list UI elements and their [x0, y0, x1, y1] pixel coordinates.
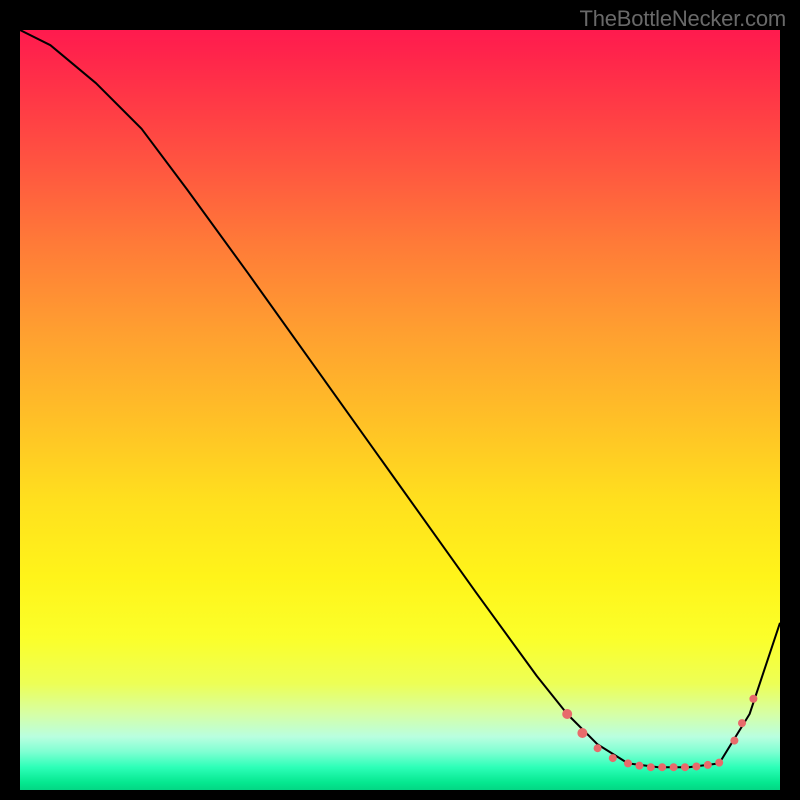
marker-dot	[670, 763, 678, 771]
marker-group	[562, 695, 757, 771]
marker-dot	[635, 762, 643, 770]
chart-plot-area	[20, 30, 780, 790]
marker-dot	[624, 759, 632, 767]
marker-dot	[681, 763, 689, 771]
marker-dot	[562, 709, 572, 719]
attribution-text: TheBottleNecker.com	[579, 6, 786, 32]
marker-dot	[730, 737, 738, 745]
marker-dot	[647, 763, 655, 771]
main-curve-path	[20, 30, 780, 767]
marker-dot	[715, 759, 723, 767]
curve-svg	[20, 30, 780, 790]
marker-dot	[738, 719, 746, 727]
marker-dot	[609, 754, 617, 762]
marker-dot	[577, 728, 587, 738]
marker-dot	[749, 695, 757, 703]
marker-dot	[658, 763, 666, 771]
marker-dot	[704, 761, 712, 769]
marker-dot	[692, 762, 700, 770]
marker-dot	[594, 744, 602, 752]
